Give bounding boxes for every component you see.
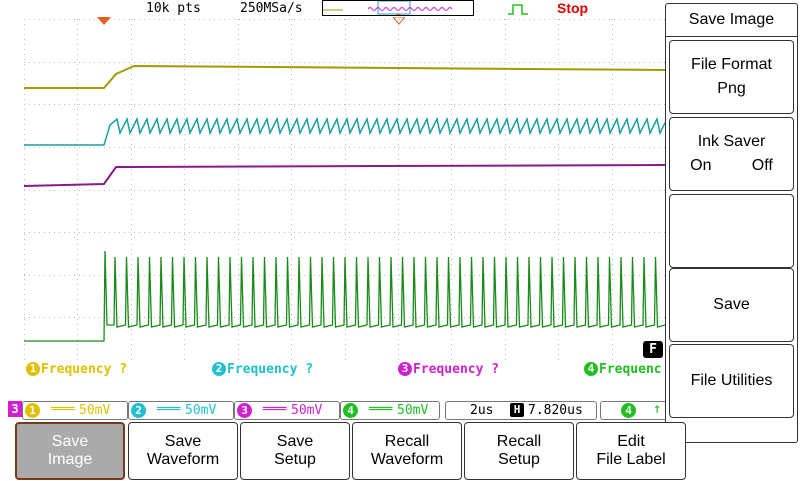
ink-saver-label: Ink Saver <box>697 133 766 150</box>
ch3-trace <box>23 164 666 187</box>
empty-menu-button[interactable] <box>669 194 794 268</box>
softkey-line2: Waveform <box>370 451 444 468</box>
channel-scale: 50mV <box>185 403 217 418</box>
softkey-line1: Recall <box>496 433 542 450</box>
selected-channel-indicator: 3 <box>8 401 22 417</box>
channel-1-status[interactable]: 1 ═══ 50mV <box>22 401 128 420</box>
ch2-trace <box>24 116 671 146</box>
horizontal-delay-icon: H <box>510 403 524 417</box>
dc-coupling-icon: ═══ <box>369 402 393 417</box>
menu-title: Save Image <box>666 4 797 37</box>
ch4-trace <box>24 250 666 342</box>
channel-4-status[interactable]: 4 ═══ 50mV <box>340 401 440 420</box>
ch1-number-icon: 1 <box>26 362 40 376</box>
trigger-position-marker-icon <box>97 17 111 25</box>
memory-overview-waveform-icon <box>323 0 453 17</box>
file-utilities-button[interactable]: File Utilities <box>669 344 794 418</box>
ch2-number-icon: 2 <box>212 362 226 376</box>
softkey-line1: Save <box>276 433 314 450</box>
ch2-icon: 2 <box>131 403 146 418</box>
channel-scale: 50mV <box>291 403 323 418</box>
measurement-ch4: 4 Frequenc <box>584 362 665 380</box>
file-utilities-label: File Utilities <box>690 372 773 389</box>
softkey-line2: Image <box>47 451 93 468</box>
softkey-line1: Save <box>164 433 202 450</box>
measurement-label: Frequency ? <box>413 362 500 377</box>
timebase-value: 2us <box>470 403 494 418</box>
measurement-label: Frequency ? <box>41 362 128 377</box>
measurement-ch3: 3 Frequency ? <box>398 362 499 380</box>
dc-coupling-icon: ═══ <box>263 402 287 417</box>
channel-3-status[interactable]: 3 ═══ 50mV <box>234 401 340 420</box>
channel-2-status[interactable]: 2 ═══ 50mV <box>128 401 234 420</box>
ch4-number-icon: 4 <box>584 362 598 376</box>
horizontal-delay-value: 7.820us <box>528 403 583 418</box>
trigger-source-icon: 4 <box>621 403 636 418</box>
softkey-line1: Save <box>51 433 89 450</box>
ch1-trace <box>24 64 666 89</box>
memory-overview <box>322 0 474 17</box>
save-label: Save <box>713 296 750 313</box>
measurement-label: Frequency ? <box>227 362 314 377</box>
channel-scale: 50mV <box>79 403 111 418</box>
horizontal-center-marker-icon <box>393 17 405 25</box>
ink-saver-off: Off <box>751 157 773 174</box>
softkey-recall-waveform[interactable]: Recall Waveform <box>352 422 462 480</box>
save-button[interactable]: Save <box>669 268 794 342</box>
ch3-number-icon: 3 <box>398 362 412 376</box>
waveform-display[interactable] <box>23 19 671 361</box>
channel-scale: 50mV <box>397 403 429 418</box>
softkey-recall-setup[interactable]: Recall Setup <box>464 422 574 480</box>
rising-edge-icon: ↑ <box>653 401 662 417</box>
softkey-save-image[interactable]: Save Image <box>15 422 125 480</box>
file-format-label: File Format <box>691 56 772 73</box>
softkey-line1: Edit <box>617 433 645 450</box>
ch3-icon: 3 <box>237 403 252 418</box>
ch4-icon: 4 <box>343 403 358 418</box>
dc-coupling-icon: ═══ <box>157 402 181 417</box>
save-image-menu: Save Image File Format Png Ink Saver On … <box>665 3 798 443</box>
record-length: 10k pts <box>146 1 201 16</box>
file-format-button[interactable]: File Format Png <box>669 40 794 114</box>
run-stop-status: Stop <box>557 0 589 16</box>
softkey-save-setup[interactable]: Save Setup <box>240 422 350 480</box>
softkey-line2: File Label <box>596 451 666 468</box>
softkey-edit-file-label[interactable]: Edit File Label <box>576 422 686 480</box>
waveform-canvas <box>23 19 671 361</box>
measurement-ch2: 2 Frequency ? <box>212 362 313 380</box>
sample-rate: 250MSa/s <box>240 1 303 16</box>
measurement-ch1: 1 Frequency ? <box>26 362 127 380</box>
timebase-status[interactable]: 2us H 7.820us <box>445 401 597 420</box>
dc-coupling-icon: ═══ <box>51 402 75 417</box>
ch1-icon: 1 <box>25 403 40 418</box>
softkey-line2: Waveform <box>146 451 220 468</box>
softkey-line2: Setup <box>274 451 316 468</box>
f-marker-badge: F <box>643 341 663 358</box>
softkey-save-waveform[interactable]: Save Waveform <box>128 422 238 480</box>
measurement-label: Frequenc <box>599 362 662 377</box>
softkey-line1: Recall <box>384 433 430 450</box>
file-format-value: Png <box>717 80 746 97</box>
trigger-pulse-icon <box>508 4 528 15</box>
softkey-line2: Setup <box>498 451 540 468</box>
ink-saver-button[interactable]: Ink Saver On Off <box>669 117 794 191</box>
trigger-status[interactable]: 4 ↑ <box>600 401 667 420</box>
softkey-bar: Save Image Save Waveform Save Setup Reca… <box>12 421 692 481</box>
ink-saver-on: On <box>690 157 712 174</box>
